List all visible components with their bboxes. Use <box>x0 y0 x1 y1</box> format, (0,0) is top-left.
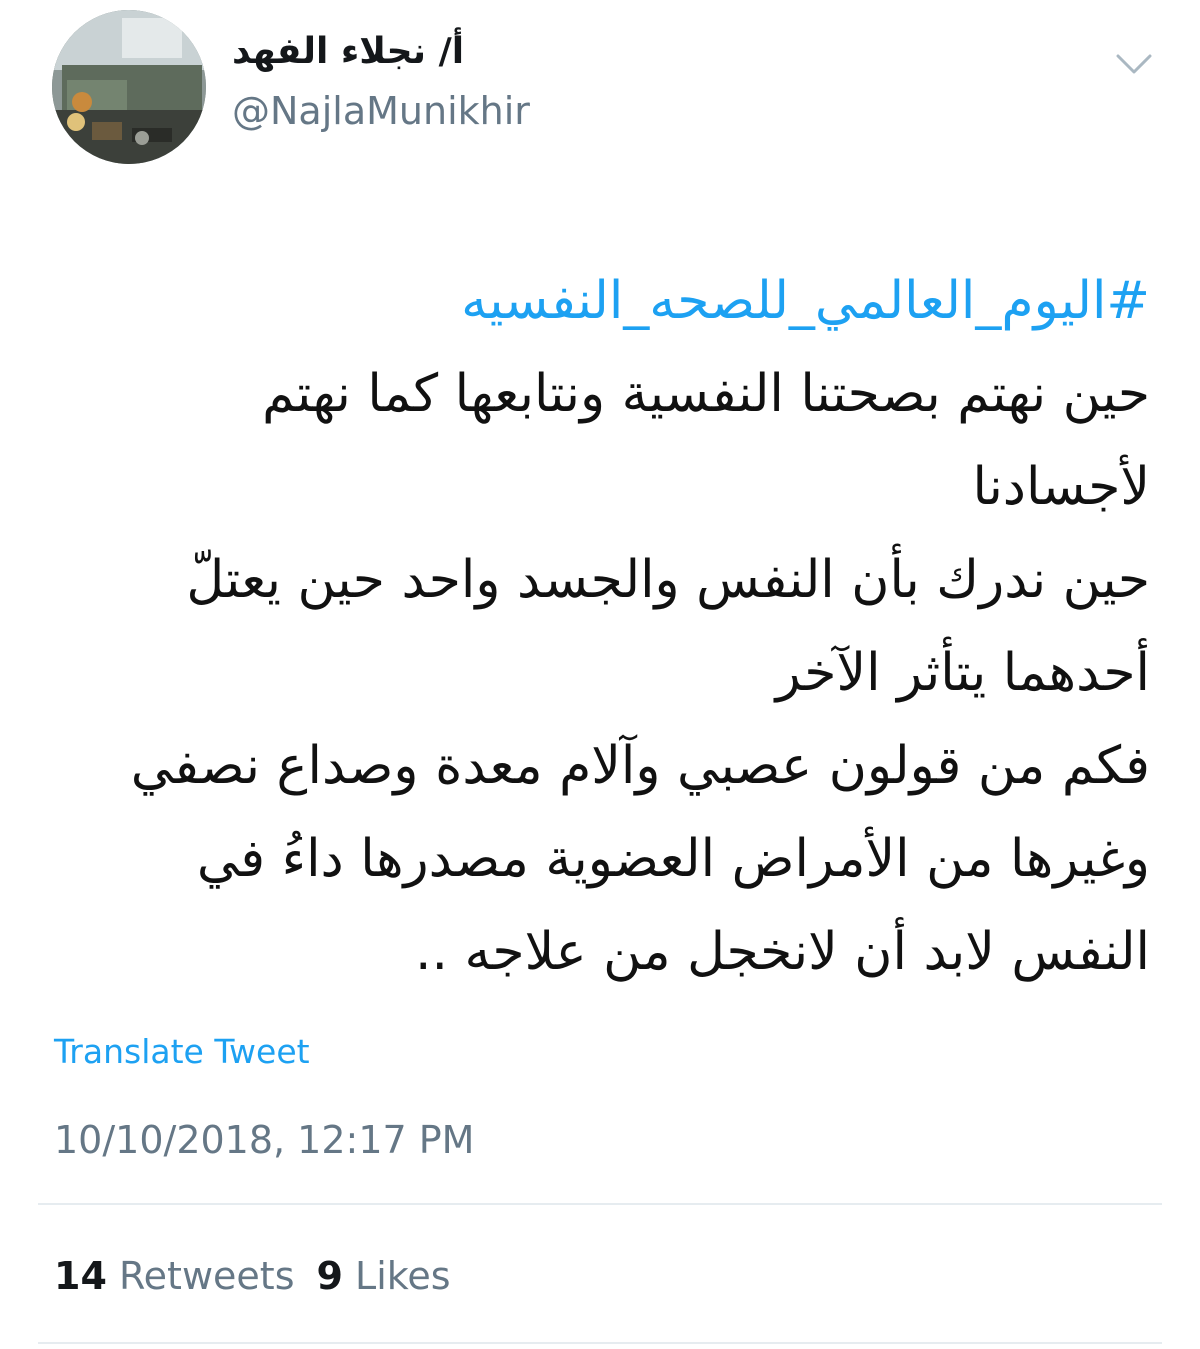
profile-photo <box>52 10 206 164</box>
display-name[interactable]: أ/ نجلاء الفهد <box>232 30 492 74</box>
chevron-down-icon[interactable] <box>1112 44 1156 84</box>
divider <box>38 1203 1162 1205</box>
retweets-count: 14 <box>54 1254 107 1298</box>
divider <box>38 1342 1162 1344</box>
tweet-timestamp[interactable]: 10/10/2018, 12:17 PM <box>54 1116 474 1164</box>
tweet-text: #اليوم_العالمي_للصحه_النفسيه حين نهتم بص… <box>50 255 1150 999</box>
tweet-line: وغيرها من الأمراض العضوية مصدرها داءُ في <box>196 829 1150 889</box>
tweet-line: حين نهتم بصحتنا النفسية ونتابعها كما نهت… <box>262 364 1150 424</box>
tweet-line: لأجسادنا <box>972 457 1150 517</box>
likes-stat[interactable]: 9 Likes <box>317 1254 451 1298</box>
avatar[interactable] <box>52 10 206 164</box>
tweet-line: حين ندرك بأن النفس والجسد واحد حين يعتلّ <box>186 550 1150 610</box>
hashtag-link[interactable]: #اليوم_العالمي_للصحه_النفسيه <box>50 255 1150 348</box>
retweets-label: Retweets <box>118 1254 295 1298</box>
translate-tweet-link[interactable]: Translate Tweet <box>54 1030 310 1074</box>
user-handle[interactable]: @NajlaMunikhir <box>232 88 530 134</box>
tweet-stats: 14 Retweets 9 Likes <box>54 1252 451 1300</box>
retweets-stat[interactable]: 14 Retweets <box>54 1254 295 1298</box>
tweet-line: فكم من قولون عصبي وآلام معدة وصداع نصفي <box>130 736 1150 796</box>
likes-count: 9 <box>316 1254 343 1298</box>
tweet-line: النفس لابد أن لانخجل من علاجه .. <box>414 922 1150 982</box>
tweet-line: أحدهما يتأثر الآخر <box>775 643 1150 703</box>
likes-label: Likes <box>355 1254 451 1298</box>
